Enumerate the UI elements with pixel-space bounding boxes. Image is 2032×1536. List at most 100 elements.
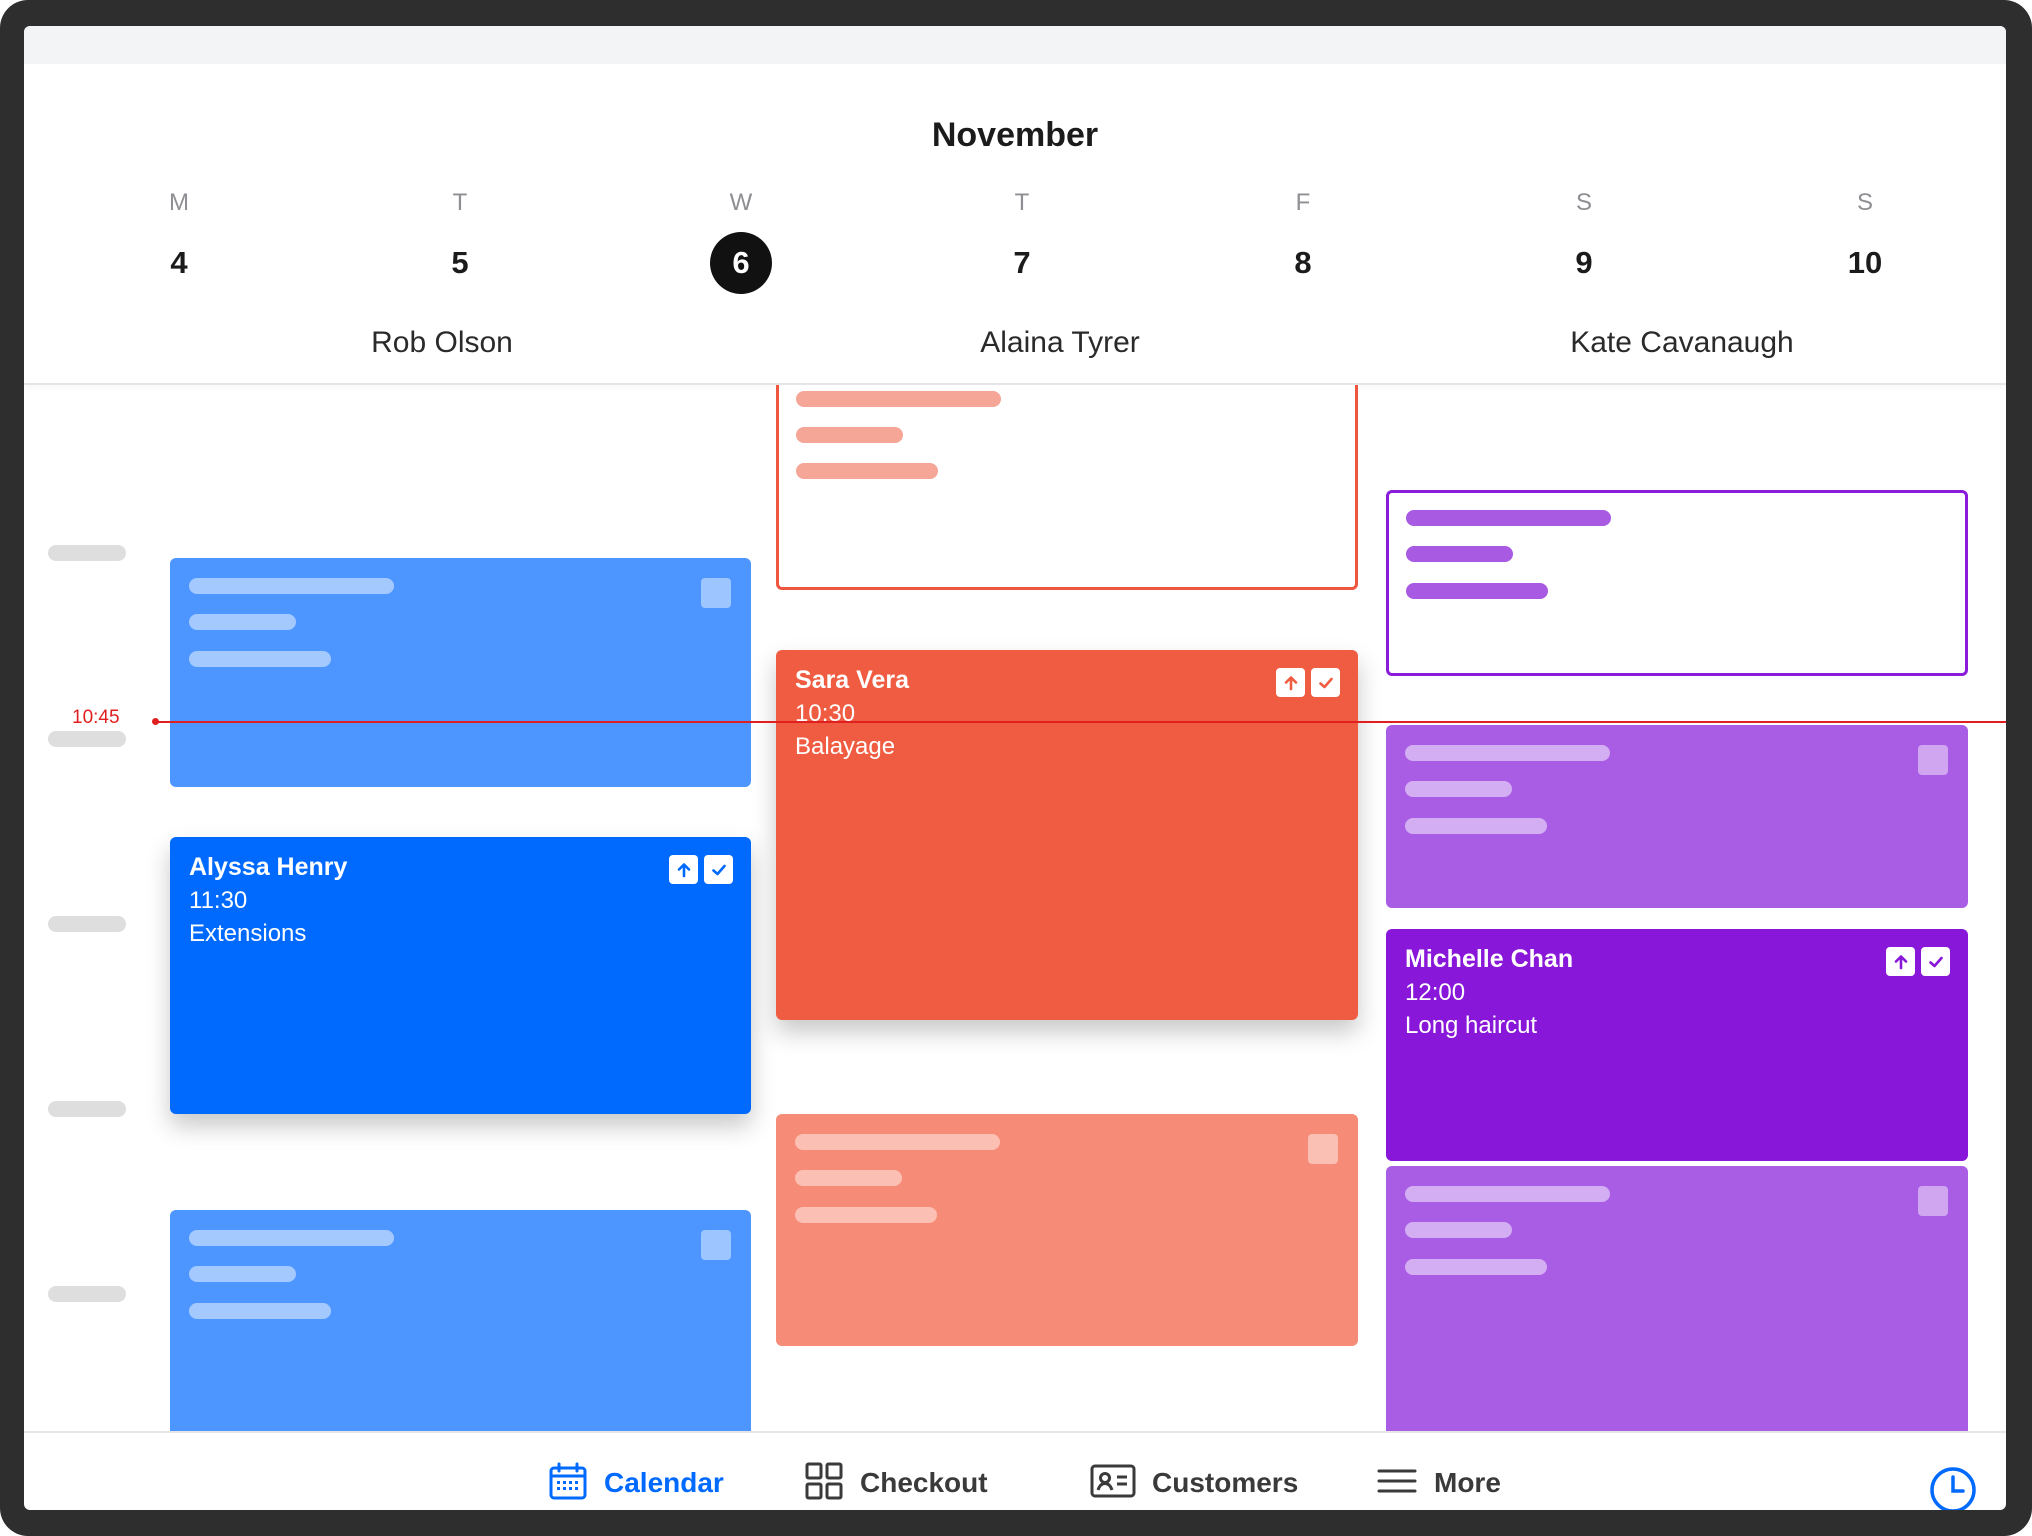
text-placeholder [796,427,903,443]
clock-icon[interactable] [1928,1465,1978,1510]
day-number: 9 [1575,245,1593,280]
time-label-placeholder [48,1101,126,1117]
time-label-placeholder [48,1286,126,1302]
status-placeholder-icon [1918,1186,1948,1216]
time-label-placeholder [48,545,126,561]
status-placeholder-icon [701,1230,731,1260]
time-label-placeholder [48,916,126,932]
status-placeholder-icon [1918,745,1948,775]
nav-checkout-label: Checkout [860,1467,988,1498]
nav-calendar[interactable]: Calendar [548,1433,724,1510]
nav-checkout[interactable]: Checkout [804,1433,988,1510]
text-placeholder [1405,1259,1547,1275]
appointment-time: 12:00 [1405,979,1466,1006]
check-icon[interactable] [704,855,733,884]
appointment-client: Michelle Chan [1405,945,1574,973]
appointment-placeholder[interactable] [1386,1166,1968,1431]
nav-more[interactable]: More [1376,1433,1501,1510]
day-number: 4 [170,245,188,280]
appointment-alyssa-henry[interactable]: Alyssa Henry 11:30 Extensions [170,837,751,1114]
day-letter: S [1575,189,1592,216]
day-letter: T [1014,189,1030,216]
day-letter: M [169,189,189,216]
text-placeholder [1405,781,1512,797]
appointment-placeholder[interactable] [170,1210,751,1431]
schedule-grid: Alyssa Henry 11:30 Extensions Sara Vera … [24,385,2006,1431]
app-screen: November M 4 T 5 W 6 T 7 F 8 S 9 S 10 Ro… [24,26,2006,1510]
day-friday[interactable]: F 8 [1263,186,1343,294]
appointment-badges [1886,947,1950,976]
contact-card-icon [1090,1461,1136,1506]
current-time-label: 10:45 [72,707,120,728]
text-placeholder [796,463,938,479]
appointment-placeholder[interactable] [776,385,1358,590]
appointment-time: 10:30 [795,700,856,727]
bottom-navigation: Calendar Checkout Customers More [24,1433,2006,1510]
appointment-badges [1276,668,1340,697]
nav-more-label: More [1434,1467,1501,1498]
status-placeholder-icon [1308,1134,1338,1164]
staff-name-alaina[interactable]: Alaina Tyrer [860,326,1260,360]
text-placeholder [1406,546,1513,562]
arrow-up-icon[interactable] [669,855,698,884]
appointment-placeholder[interactable] [776,1114,1358,1346]
check-icon[interactable] [1311,668,1340,697]
appointment-service: Extensions [189,920,307,947]
text-placeholder [189,1303,331,1319]
appointment-sara-vera[interactable]: Sara Vera 10:30 Balayage [776,650,1358,1020]
nav-customers-label: Customers [1152,1467,1299,1498]
nav-customers[interactable]: Customers [1090,1433,1298,1510]
appointment-michelle-chan[interactable]: Michelle Chan 12:00 Long haircut [1386,929,1968,1161]
appointment-placeholder[interactable] [170,558,751,787]
text-placeholder [795,1134,1000,1150]
text-placeholder [795,1170,902,1186]
status-bar [24,26,2006,64]
calendar-icon [548,1461,588,1506]
day-saturday[interactable]: S 9 [1544,186,1624,294]
day-letter: T [452,189,468,216]
appointment-client: Sara Vera [795,666,909,694]
day-thursday[interactable]: T 7 [982,186,1062,294]
nav-calendar-label: Calendar [604,1467,724,1498]
text-placeholder [796,391,1001,407]
appointment-time: 11:30 [189,887,248,914]
text-placeholder [189,578,394,594]
current-time-line [156,721,2006,723]
appointment-badges [669,855,733,884]
day-monday[interactable]: M 4 [139,186,219,294]
text-placeholder [189,1230,394,1246]
text-placeholder [189,651,331,667]
appointment-client: Alyssa Henry [189,853,348,881]
arrow-up-icon[interactable] [1886,947,1915,976]
text-placeholder [1405,1222,1512,1238]
day-number-selected: 6 [710,232,772,294]
day-wednesday[interactable]: W 6 [701,186,781,294]
day-number: 7 [1013,245,1031,280]
text-placeholder [1405,745,1610,761]
day-letter: W [729,189,753,216]
check-icon[interactable] [1921,947,1950,976]
day-tuesday[interactable]: T 5 [420,186,500,294]
appointment-service: Balayage [795,733,896,760]
month-title: November [931,116,1099,154]
staff-name-kate[interactable]: Kate Cavanaugh [1482,326,1882,360]
day-number: 5 [451,245,469,280]
menu-icon [1376,1461,1418,1506]
text-placeholder [1406,510,1611,526]
arrow-up-icon[interactable] [1276,668,1305,697]
text-placeholder [1405,818,1547,834]
day-letter: S [1856,189,1873,216]
staff-name-rob[interactable]: Rob Olson [242,326,642,360]
appointment-placeholder[interactable] [1386,490,1968,676]
text-placeholder [189,1266,296,1282]
text-placeholder [795,1207,937,1223]
day-letter: F [1295,189,1311,216]
time-label-placeholder [48,731,126,747]
text-placeholder [189,614,296,630]
grid-icon [804,1461,844,1506]
appointment-placeholder[interactable] [1386,725,1968,908]
day-number: 8 [1294,245,1312,280]
day-number: 10 [1847,245,1883,280]
day-sunday[interactable]: S 10 [1825,186,1905,294]
status-placeholder-icon [701,578,731,608]
